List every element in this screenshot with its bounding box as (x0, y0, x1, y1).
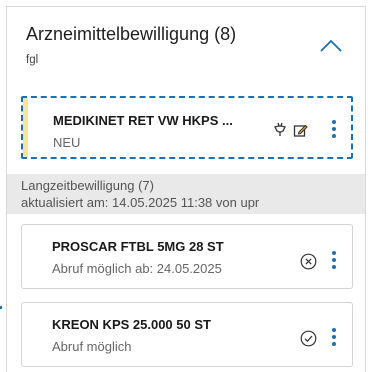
approval-panel: Arzneimittelbewilligung (8) fgl MEDIKINE… (6, 6, 366, 372)
new-indicator-stripe (23, 98, 28, 157)
check-circle-icon (300, 330, 317, 347)
medication-name: PROSCAR FTBL 5MG 28 ST (52, 239, 224, 254)
medication-card-selected[interactable]: MEDIKINET RET VW HKPS ... NEU (21, 96, 353, 159)
edit-note-icon[interactable] (293, 123, 308, 138)
medication-name: KREON KPS 25.000 50 ST (52, 317, 211, 332)
medication-status: Abruf möglich (52, 339, 132, 354)
more-options-icon[interactable] (330, 120, 338, 140)
group-title: Langzeitbewilligung (7) (21, 178, 154, 193)
collapse-button[interactable] (317, 33, 345, 57)
more-options-icon[interactable] (330, 251, 338, 271)
pestle-icon[interactable] (272, 122, 288, 138)
medication-name: MEDIKINET RET VW HKPS ... (53, 113, 233, 128)
panel-title: Arzneimittelbewilligung (8) (26, 24, 237, 44)
chevron-up-icon (320, 39, 342, 52)
medication-status: NEU (53, 135, 81, 150)
medication-status: Abruf möglich ab: 24.05.2025 (52, 261, 222, 276)
long-term-approval-group: Langzeitbewilligung (7) aktualisiert am:… (7, 174, 365, 214)
x-circle-icon (300, 253, 317, 270)
panel-header: Arzneimittelbewilligung (8) fgl (7, 7, 365, 91)
edge-marker (0, 306, 2, 309)
more-options-icon[interactable] (330, 328, 338, 348)
panel-subtitle: fgl (26, 54, 39, 66)
group-updated-info: aktualisiert am: 14.05.2025 11:38 von up… (21, 195, 260, 210)
medication-card[interactable]: KREON KPS 25.000 50 ST Abruf möglich (21, 302, 353, 367)
medication-card[interactable]: PROSCAR FTBL 5MG 28 ST Abruf möglich ab:… (21, 224, 353, 289)
